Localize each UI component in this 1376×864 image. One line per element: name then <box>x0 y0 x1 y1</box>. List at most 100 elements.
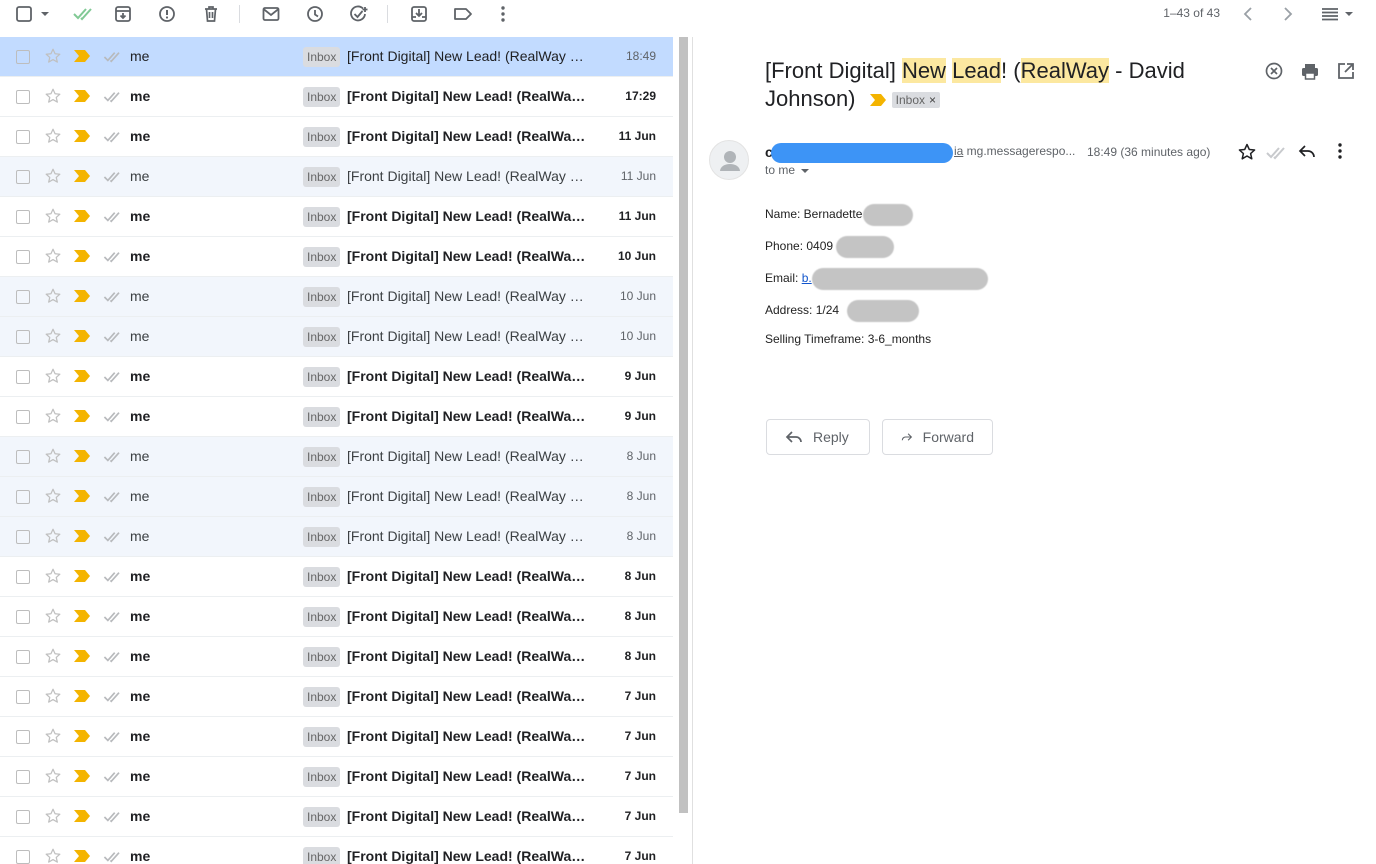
email-row[interactable]: me Inbox [Front Digital] New Lead! (RealWa… <box>0 237 673 277</box>
row-checkbox[interactable] <box>16 330 30 344</box>
row-checkbox[interactable] <box>16 210 30 224</box>
row-checkbox[interactable] <box>16 50 30 64</box>
mark-read-icon[interactable] <box>72 3 96 25</box>
email-row[interactable]: me Inbox [Front Digital] New Lead! (RealWa… <box>0 317 673 357</box>
row-checkbox[interactable] <box>16 410 30 424</box>
email-row[interactable]: me Inbox [Front Digital] New Lead! (RealWa… <box>0 157 673 197</box>
email-row[interactable]: me Inbox [Front Digital] New Lead! (RealWa… <box>0 277 673 317</box>
star-icon[interactable] <box>44 87 62 105</box>
reply-button[interactable]: Reply <box>766 419 870 455</box>
row-checkbox[interactable] <box>16 810 30 824</box>
row-checkbox[interactable] <box>16 370 30 384</box>
importance-marker-icon[interactable] <box>74 170 90 182</box>
importance-marker-icon[interactable] <box>74 290 90 302</box>
select-all-checkbox[interactable] <box>12 3 52 25</box>
star-icon[interactable] <box>44 807 62 825</box>
row-checkbox[interactable] <box>16 850 30 864</box>
importance-marker-icon[interactable] <box>74 90 90 102</box>
star-icon[interactable] <box>44 527 62 545</box>
star-icon[interactable] <box>44 607 62 625</box>
importance-marker-icon[interactable] <box>74 50 90 62</box>
email-row[interactable]: me Inbox [Front Digital] New Lead! (RealWa… <box>0 597 673 637</box>
recipients-toggle[interactable]: to me <box>765 163 810 177</box>
importance-marker-icon[interactable] <box>74 130 90 142</box>
more-options-icon[interactable] <box>491 3 515 25</box>
email-row[interactable]: me Inbox [Front Digital] New Lead! (RealWa… <box>0 357 673 397</box>
importance-marker-icon[interactable] <box>74 650 90 662</box>
star-icon[interactable] <box>44 47 62 65</box>
split-pane-toggle-icon[interactable] <box>1318 3 1356 25</box>
star-icon[interactable] <box>44 407 62 425</box>
row-checkbox[interactable] <box>16 490 30 504</box>
label-icon[interactable] <box>451 3 475 25</box>
next-page-icon[interactable] <box>1276 3 1300 25</box>
importance-marker-icon[interactable] <box>74 250 90 262</box>
email-row[interactable]: me Inbox [Front Digital] New Lead! (RealWa… <box>0 757 673 797</box>
row-checkbox[interactable] <box>16 650 30 664</box>
mark-unread-icon[interactable] <box>259 3 283 25</box>
row-checkbox[interactable] <box>16 730 30 744</box>
importance-marker-icon[interactable] <box>74 850 90 862</box>
print-icon[interactable] <box>1300 61 1322 83</box>
importance-marker-icon[interactable] <box>74 370 90 382</box>
lead-email-link[interactable]: b. <box>802 271 812 285</box>
reply-icon[interactable] <box>1297 142 1319 164</box>
email-row[interactable]: me Inbox [Front Digital] New Lead! (RealWa… <box>0 397 673 437</box>
importance-marker-icon[interactable] <box>74 690 90 702</box>
importance-marker-icon[interactable] <box>74 730 90 742</box>
snooze-icon[interactable] <box>303 3 327 25</box>
importance-marker-icon[interactable] <box>74 450 90 462</box>
star-icon[interactable] <box>1237 142 1259 164</box>
star-icon[interactable] <box>44 687 62 705</box>
report-spam-icon[interactable] <box>155 3 179 25</box>
email-row[interactable]: me Inbox [Front Digital] New Lead! (RealWa… <box>0 77 673 117</box>
email-row[interactable]: me Inbox [Front Digital] New Lead! (RealWa… <box>0 557 673 597</box>
email-row[interactable]: me Inbox [Front Digital] New Lead! (RealWa… <box>0 797 673 837</box>
message-more-icon[interactable] <box>1337 142 1359 164</box>
add-task-icon[interactable] <box>347 3 371 25</box>
star-icon[interactable] <box>44 167 62 185</box>
email-row[interactable]: me Inbox [Front Digital] New Lead! (RealWa… <box>0 437 673 477</box>
star-icon[interactable] <box>44 567 62 585</box>
forward-button[interactable]: Forward <box>882 419 993 455</box>
importance-marker-icon[interactable] <box>74 330 90 342</box>
star-icon[interactable] <box>44 367 62 385</box>
row-checkbox[interactable] <box>16 610 30 624</box>
archive-icon[interactable] <box>111 3 135 25</box>
row-checkbox[interactable] <box>16 570 30 584</box>
email-row[interactable]: me Inbox [Front Digital] New Lead! (RealWa… <box>0 37 673 77</box>
importance-marker-icon[interactable] <box>74 530 90 542</box>
row-checkbox[interactable] <box>16 250 30 264</box>
importance-marker-icon[interactable] <box>74 490 90 502</box>
star-icon[interactable] <box>44 767 62 785</box>
close-thread-icon[interactable] <box>1264 61 1286 83</box>
remove-label-icon[interactable]: × <box>929 93 936 107</box>
star-icon[interactable] <box>44 727 62 745</box>
star-icon[interactable] <box>44 487 62 505</box>
email-row[interactable]: me Inbox [Front Digital] New Lead! (RealWa… <box>0 717 673 757</box>
row-checkbox[interactable] <box>16 290 30 304</box>
scrollbar[interactable] <box>679 37 688 813</box>
row-checkbox[interactable] <box>16 770 30 784</box>
star-icon[interactable] <box>44 247 62 265</box>
email-row[interactable]: me Inbox [Front Digital] New Lead! (RealWa… <box>0 517 673 557</box>
email-row[interactable]: me Inbox [Front Digital] New Lead! (RealWa… <box>0 197 673 237</box>
importance-marker-icon[interactable] <box>869 94 886 107</box>
sender-avatar[interactable] <box>709 140 749 180</box>
delete-icon[interactable] <box>199 3 223 25</box>
star-icon[interactable] <box>44 327 62 345</box>
importance-marker-icon[interactable] <box>74 610 90 622</box>
star-icon[interactable] <box>44 447 62 465</box>
importance-marker-icon[interactable] <box>74 810 90 822</box>
email-row[interactable]: me Inbox [Front Digital] New Lead! (RealWa… <box>0 637 673 677</box>
row-checkbox[interactable] <box>16 530 30 544</box>
importance-marker-icon[interactable] <box>74 770 90 782</box>
star-icon[interactable] <box>44 287 62 305</box>
email-row[interactable]: me Inbox [Front Digital] New Lead! (RealWa… <box>0 837 673 864</box>
email-row[interactable]: me Inbox [Front Digital] New Lead! (RealWa… <box>0 117 673 157</box>
row-checkbox[interactable] <box>16 130 30 144</box>
row-checkbox[interactable] <box>16 170 30 184</box>
email-row[interactable]: me Inbox [Front Digital] New Lead! (RealWa… <box>0 677 673 717</box>
open-in-new-window-icon[interactable] <box>1336 61 1358 83</box>
importance-marker-icon[interactable] <box>74 570 90 582</box>
